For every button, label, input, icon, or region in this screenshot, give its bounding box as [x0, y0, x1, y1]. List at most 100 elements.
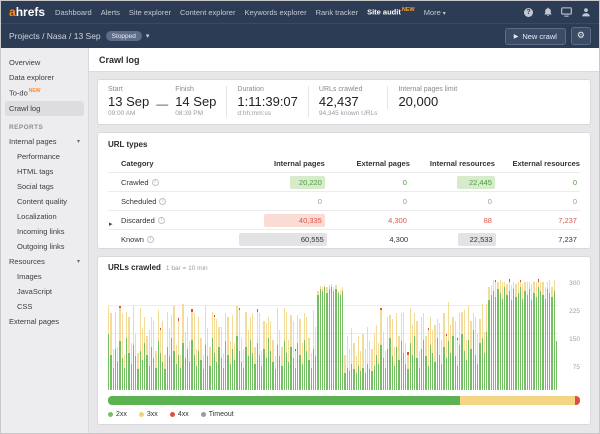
bell-icon[interactable] [542, 7, 553, 18]
settings-button[interactable]: ⚙ [571, 27, 591, 45]
chart-bar [365, 278, 366, 390]
sidebar-item-images[interactable]: Images [5, 269, 84, 284]
chart-bar [434, 278, 435, 390]
chart-bar [405, 278, 406, 390]
chart-bar [389, 278, 390, 390]
chart-bar [153, 278, 154, 390]
chart-bar [475, 278, 476, 390]
chart-bar [284, 278, 285, 390]
chart-bar [241, 278, 242, 390]
chart-plot-wrap: 75150225300 [108, 278, 580, 390]
nav-rank-tracker[interactable]: Rank tracker [316, 8, 359, 17]
chart-bar [207, 278, 208, 390]
chart-bar [288, 278, 289, 390]
nav-site-audit[interactable]: Site auditNEW [367, 7, 415, 17]
chart-bar [295, 278, 296, 390]
sidebar-item-data-explorer[interactable]: Data explorer [5, 70, 84, 85]
legend-timeout[interactable]: Timeout [201, 411, 234, 418]
sidebar-item-crawl-log[interactable]: Crawl log [5, 101, 84, 116]
sidebar-item-external-pages[interactable]: External pages [5, 314, 84, 329]
y-axis-tick-label: 300 [560, 280, 580, 287]
chevron-down-icon: ▾ [443, 11, 446, 17]
chart-bar [547, 278, 548, 390]
info-icon[interactable]: i [152, 179, 159, 186]
chart-bar [205, 278, 206, 390]
urls-crawled-chart-panel: URLs crawled 1 bar = 10 min 75150225300 … [97, 256, 591, 425]
new-crawl-button[interactable]: ▶New crawl [505, 28, 566, 45]
sidebar-item-performance[interactable]: Performance [5, 149, 84, 164]
expand-caret-icon[interactable]: ▸ [109, 220, 113, 228]
chart-bar [171, 278, 172, 390]
sidebar-item-resources[interactable]: Resources▾ [5, 254, 84, 269]
sidebar-item-social-tags[interactable]: Social tags [5, 179, 84, 194]
help-icon[interactable]: ? [523, 7, 534, 18]
chart-bar [500, 278, 501, 390]
chart-bar [221, 278, 222, 390]
chart-bar [398, 278, 399, 390]
chart-bar [513, 278, 514, 390]
chart-bar [383, 278, 384, 390]
nav-more[interactable]: More▾ [424, 8, 446, 17]
chart-bar [261, 278, 262, 390]
page-title: Crawl log [89, 48, 599, 72]
sidebar-item-content-quality[interactable]: Content quality [5, 194, 84, 209]
legend-4xx[interactable]: 4xx [170, 411, 189, 418]
sidebar-item-todo[interactable]: To-doNEW [5, 85, 84, 101]
nav-alerts[interactable]: Alerts [101, 8, 120, 17]
sidebar-item-incoming-links[interactable]: Incoming links [5, 224, 84, 239]
sidebar-item-css[interactable]: CSS [5, 299, 84, 314]
chart-bar [194, 278, 195, 390]
sidebar-item-internal-pages[interactable]: Internal pages▾ [5, 134, 84, 149]
chart-bar [250, 278, 251, 390]
legend-3xx[interactable]: 3xx [139, 411, 158, 418]
sidebar-item-localization[interactable]: Localization [5, 209, 84, 224]
nav-content-explorer[interactable]: Content explorer [180, 8, 235, 17]
chart-bar [196, 278, 197, 390]
chart-bar [443, 278, 444, 390]
chart-bar [430, 278, 431, 390]
chart-bar [540, 278, 541, 390]
nav-dashboard[interactable]: Dashboard [55, 8, 92, 17]
chart-bar [376, 278, 377, 390]
breadcrumb[interactable]: Projects / Nasa / 13 Sep [9, 31, 101, 41]
chart-bar [520, 278, 521, 390]
chart-bar [313, 278, 314, 390]
chart-bar [266, 278, 267, 390]
project-dropdown-caret-icon[interactable]: ▾ [146, 32, 150, 40]
sidebar-item-javascript[interactable]: JavaScript [5, 284, 84, 299]
chart-bar [349, 278, 350, 390]
chart-bar [214, 278, 215, 390]
table-row-discarded[interactable]: ▸Discardedi 40,335 4,300 88 7,237 [108, 210, 580, 229]
chart-bar [180, 278, 181, 390]
nav-site-explorer[interactable]: Site explorer [129, 8, 171, 17]
info-icon[interactable]: i [147, 236, 154, 243]
stat-duration: Duration 1:11:39:07 d:hh:mm:ss [226, 86, 297, 117]
legend-2xx[interactable]: 2xx [108, 411, 127, 418]
chart-bar [551, 278, 552, 390]
info-icon[interactable]: i [159, 198, 166, 205]
ahrefs-logo[interactable]: ahrefs [9, 5, 45, 19]
sidebar-item-overview[interactable]: Overview [5, 55, 84, 70]
chart-bar [529, 278, 530, 390]
nav-keywords-explorer[interactable]: Keywords explorer [244, 8, 306, 17]
sidebar-item-outgoing-links[interactable]: Outgoing links [5, 239, 84, 254]
crawl-summary-bar[interactable] [108, 396, 580, 405]
chart-bar [149, 278, 150, 390]
sidebar-item-html-tags[interactable]: HTML tags [5, 164, 84, 179]
user-icon[interactable] [580, 7, 591, 18]
chart-bar [538, 278, 539, 390]
status-badge[interactable]: Stopped [106, 31, 142, 41]
chart-bar [277, 278, 278, 390]
chart-bar [306, 278, 307, 390]
chart-bar [371, 278, 372, 390]
chart-bar [466, 278, 467, 390]
green-dot-icon [108, 412, 113, 417]
chart-bar [482, 278, 483, 390]
chart-bar [425, 278, 426, 390]
chart-bar [140, 278, 141, 390]
chart-bar [227, 278, 228, 390]
chart-bar [297, 278, 298, 390]
info-icon[interactable]: i [158, 217, 165, 224]
desktop-icon[interactable] [561, 7, 572, 18]
chart-bar [128, 278, 129, 390]
